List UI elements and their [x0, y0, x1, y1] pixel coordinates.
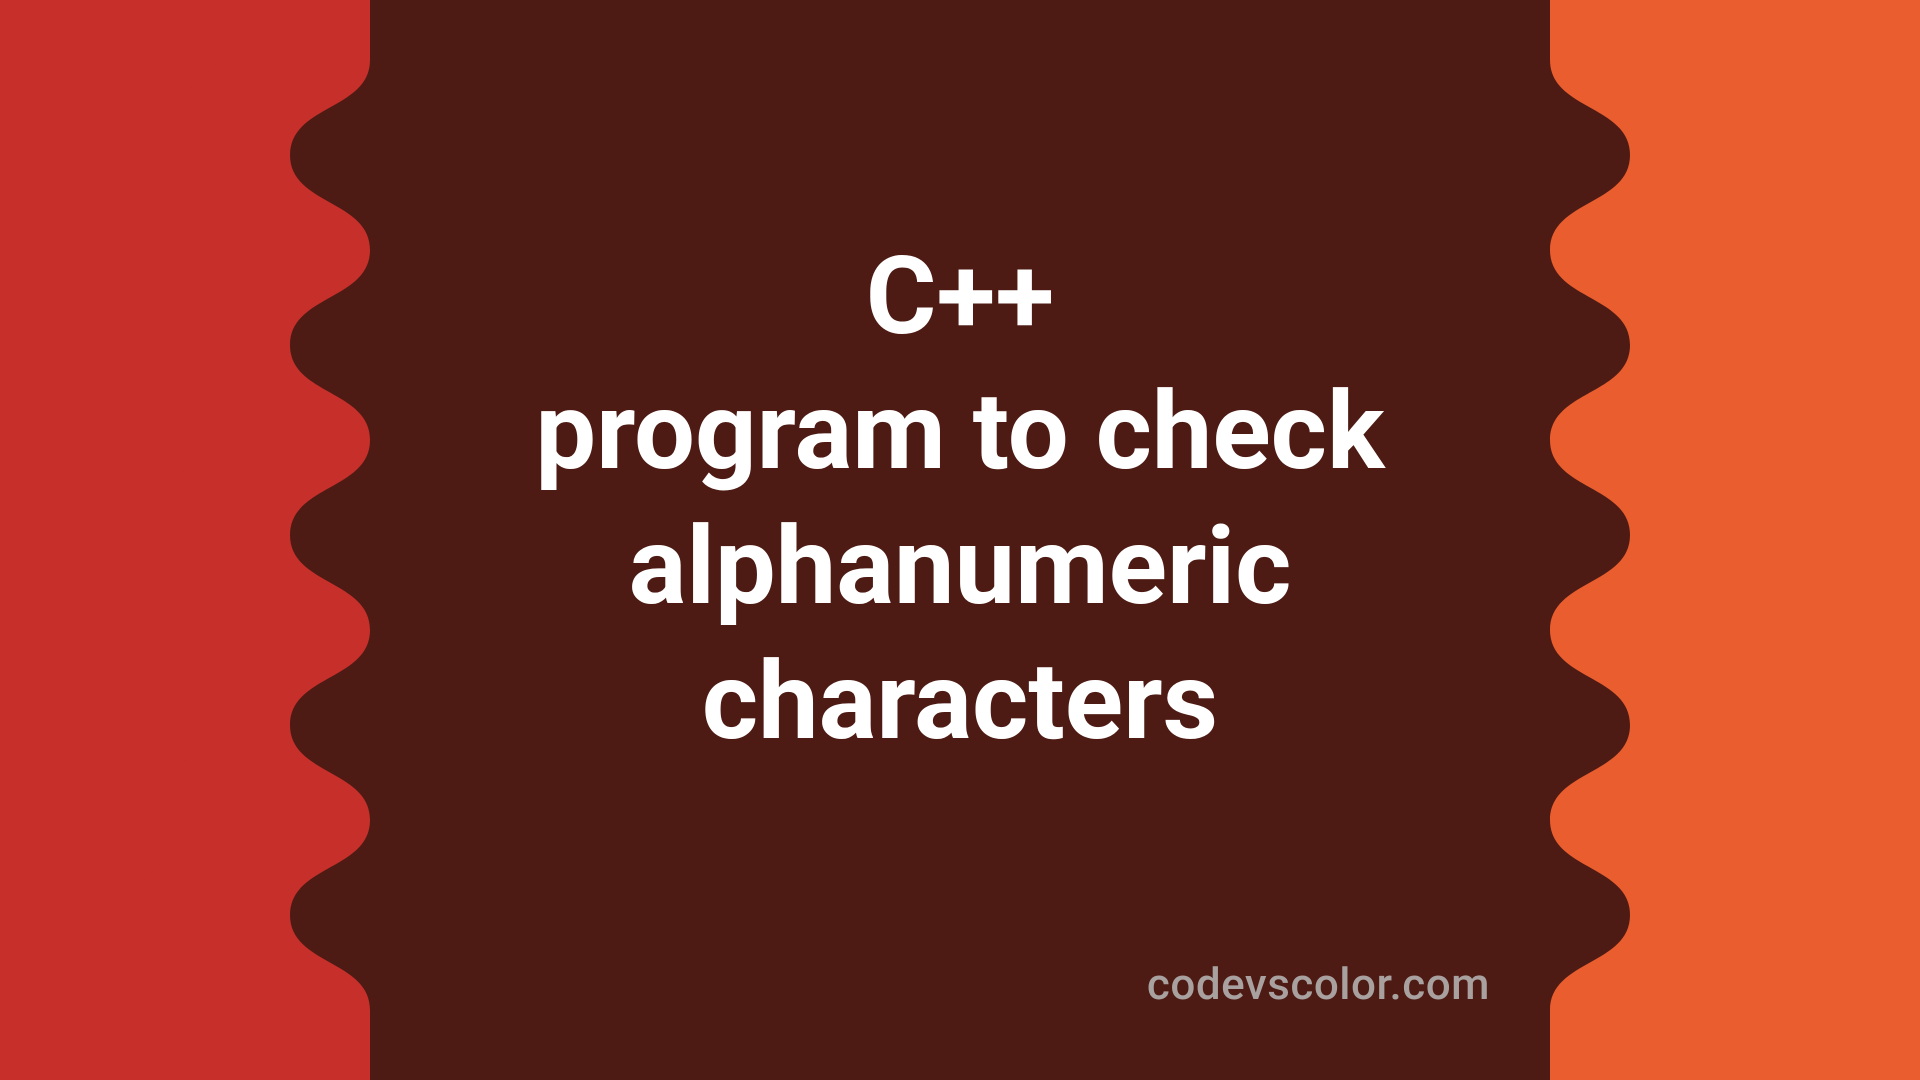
title-line-4: characters [535, 635, 1384, 770]
title-line-2: program to check [535, 365, 1384, 500]
title-line-3: alphanumeric [535, 500, 1384, 635]
main-title: C++ program to check alphanumeric charac… [535, 230, 1384, 770]
title-container: C++ program to check alphanumeric charac… [0, 0, 1920, 1080]
credit-text: codevscolor.com [1147, 958, 1490, 1010]
title-line-1: C++ [535, 230, 1384, 365]
